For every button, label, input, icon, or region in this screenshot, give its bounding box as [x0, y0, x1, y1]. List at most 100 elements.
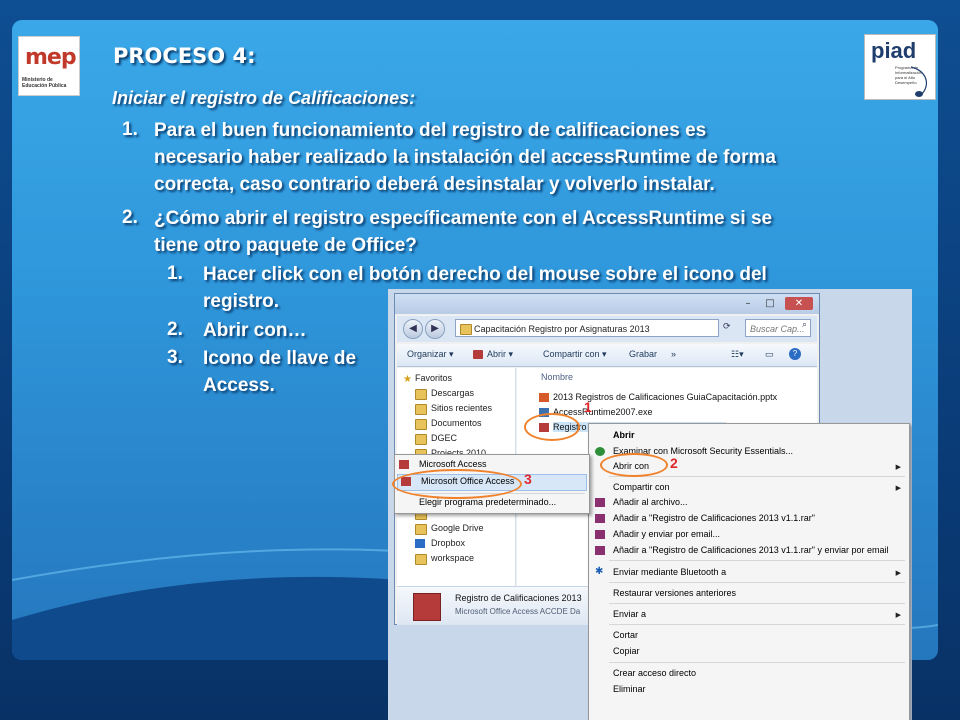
- refresh-icon[interactable]: ⟳: [723, 322, 731, 332]
- column-header-name[interactable]: Nombre: [541, 372, 573, 382]
- menu-item-copy[interactable]: Copiar: [613, 646, 640, 656]
- pptx-file-icon: [539, 393, 549, 402]
- slide-title: PROCESO 4:: [113, 44, 256, 68]
- details-file-type: Microsoft Office Access ACCDE Da: [455, 607, 581, 616]
- menu-item-open[interactable]: Abrir: [613, 430, 635, 440]
- minimize-icon[interactable]: –: [739, 297, 757, 310]
- bluetooth-icon: ✱: [595, 566, 604, 577]
- item-1-line-3: correcta, caso contrario deberá desinsta…: [154, 174, 715, 195]
- mep-logo: mep Ministerio de Educación Pública: [18, 36, 80, 96]
- annotation-number-2: 2: [670, 455, 678, 471]
- menu-item-share[interactable]: Compartir con: [613, 482, 670, 492]
- burn-button[interactable]: Grabar: [629, 349, 657, 359]
- menu-item-create-shortcut[interactable]: Crear acceso directo: [613, 668, 696, 678]
- search-placeholder: Buscar Cap...: [750, 324, 805, 334]
- item-2-line-2: tiene otro paquete de Office?: [154, 235, 417, 256]
- piad-logo: piad Programa de Informatización para el…: [864, 34, 936, 100]
- open-button[interactable]: Abrir ▾: [487, 349, 513, 360]
- path-text: Capacitación Registro por Asignaturas 20…: [474, 324, 650, 334]
- access-app-icon: [399, 460, 409, 469]
- nav-item-documents[interactable]: Documentos: [431, 418, 482, 428]
- item-1-number: 1.: [122, 119, 138, 140]
- organize-button[interactable]: Organizar ▾: [407, 349, 454, 360]
- access-app-icon: [473, 350, 483, 359]
- subitem-3-number: 3.: [167, 347, 183, 368]
- mep-logo-subtitle: Ministerio de Educación Pública: [22, 77, 67, 89]
- folder-icon: [415, 389, 427, 400]
- details-file-name: Registro de Calificaciones 2013: [455, 593, 582, 603]
- menu-item-restore[interactable]: Restaurar versiones anteriores: [613, 588, 736, 598]
- menu-item-send-to[interactable]: Enviar a: [613, 609, 646, 619]
- close-icon[interactable]: ✕: [785, 297, 813, 310]
- subitem-1-line-1: Hacer click con el botón derecho del mou…: [203, 264, 767, 285]
- subitem-2-line-1: Abrir con…: [203, 320, 307, 341]
- menu-item-cut[interactable]: Cortar: [613, 630, 638, 640]
- path-input[interactable]: Capacitación Registro por Asignaturas 20…: [455, 319, 719, 337]
- mouse-icon: [910, 66, 928, 97]
- item-1-text: Para el buen funcionamiento del registro…: [154, 117, 776, 198]
- annotation-ring-3: [392, 469, 522, 499]
- menu-separator: [609, 624, 905, 625]
- subitem-2-number: 2.: [167, 319, 183, 340]
- nav-item-dgec[interactable]: DGEC: [431, 433, 457, 443]
- menu-item-add-archive[interactable]: Añadir al archivo...: [613, 497, 688, 507]
- submenu-arrow-icon: ▶: [895, 611, 901, 619]
- shield-icon: [595, 447, 605, 456]
- menu-item-microsoft-access[interactable]: Microsoft Access: [419, 459, 487, 469]
- search-icon: ⌕: [801, 320, 807, 330]
- submenu-arrow-icon: ▶: [895, 569, 901, 577]
- menu-separator: [609, 582, 905, 583]
- folder-icon: [415, 404, 427, 415]
- folder-icon: [415, 434, 427, 445]
- menu-separator: [609, 476, 905, 477]
- menu-separator: [609, 603, 905, 604]
- item-2-number: 2.: [122, 207, 138, 228]
- menu-item-add-rar[interactable]: Añadir a "Registro de Calificaciones 201…: [613, 513, 815, 523]
- window-titlebar: – □ ✕: [395, 294, 819, 314]
- nav-item-recent[interactable]: Sitios recientes: [431, 403, 492, 413]
- annotation-number-3: 3: [524, 471, 532, 487]
- folder-icon: [415, 554, 427, 565]
- folder-icon: [415, 524, 427, 535]
- nav-item-workspace[interactable]: workspace: [431, 553, 474, 563]
- subitem-2-text: Abrir con…: [203, 317, 306, 344]
- item-2-text: ¿Cómo abrir el registro específicamente …: [154, 205, 772, 259]
- piad-logo-word: piad: [871, 38, 917, 63]
- menu-item-add-rar-email[interactable]: Añadir a "Registro de Calificaciones 201…: [613, 545, 889, 555]
- dropbox-icon: [415, 539, 425, 548]
- submenu-arrow-icon: ▶: [895, 484, 901, 492]
- more-button[interactable]: »: [671, 349, 676, 359]
- menu-item-bluetooth[interactable]: Enviar mediante Bluetooth a: [613, 567, 726, 577]
- help-icon[interactable]: ?: [789, 348, 801, 360]
- search-input[interactable]: Buscar Cap... ⌕: [745, 319, 811, 337]
- slide-subtitle: Iniciar el registro de Calificaciones:: [112, 88, 416, 108]
- preview-pane-icon[interactable]: ▭: [765, 349, 774, 360]
- address-bar: ◀ ▶ Capacitación Registro por Asignatura…: [397, 316, 817, 342]
- subitem-3-line-1: Icono de llave de: [203, 348, 357, 369]
- winrar-icon: [595, 498, 605, 507]
- nav-item-downloads[interactable]: Descargas: [431, 388, 474, 398]
- subitem-1-number: 1.: [167, 263, 183, 284]
- forward-icon[interactable]: ▶: [425, 319, 445, 339]
- back-icon[interactable]: ◀: [403, 319, 423, 339]
- menu-item-delete[interactable]: Eliminar: [613, 684, 646, 694]
- winrar-icon: [595, 530, 605, 539]
- nav-item-favorites[interactable]: Favoritos: [415, 373, 452, 383]
- share-button[interactable]: Compartir con ▾: [543, 349, 607, 360]
- star-icon: ★: [403, 374, 412, 385]
- item-1-line-1: Para el buen funcionamiento del registro…: [154, 120, 707, 141]
- subitem-3-text: Icono de llave de Access.: [203, 345, 356, 399]
- access-file-large-icon: [413, 593, 441, 621]
- menu-separator: [609, 662, 905, 663]
- nav-item-google-drive[interactable]: Google Drive: [431, 523, 484, 533]
- annotation-number-1: 1: [584, 399, 592, 415]
- folder-icon: [460, 324, 472, 335]
- folder-icon: [415, 419, 427, 430]
- annotation-ring-2: [600, 453, 668, 477]
- explorer-screenshot: – □ ✕ ◀ ▶ Capacitación Registro por Asig…: [388, 289, 912, 720]
- menu-separator: [609, 560, 905, 561]
- menu-item-add-email[interactable]: Añadir y enviar por email...: [613, 529, 720, 539]
- view-icon[interactable]: ☷▾: [731, 349, 744, 360]
- nav-item-dropbox[interactable]: Dropbox: [431, 538, 465, 548]
- maximize-icon[interactable]: □: [761, 297, 779, 310]
